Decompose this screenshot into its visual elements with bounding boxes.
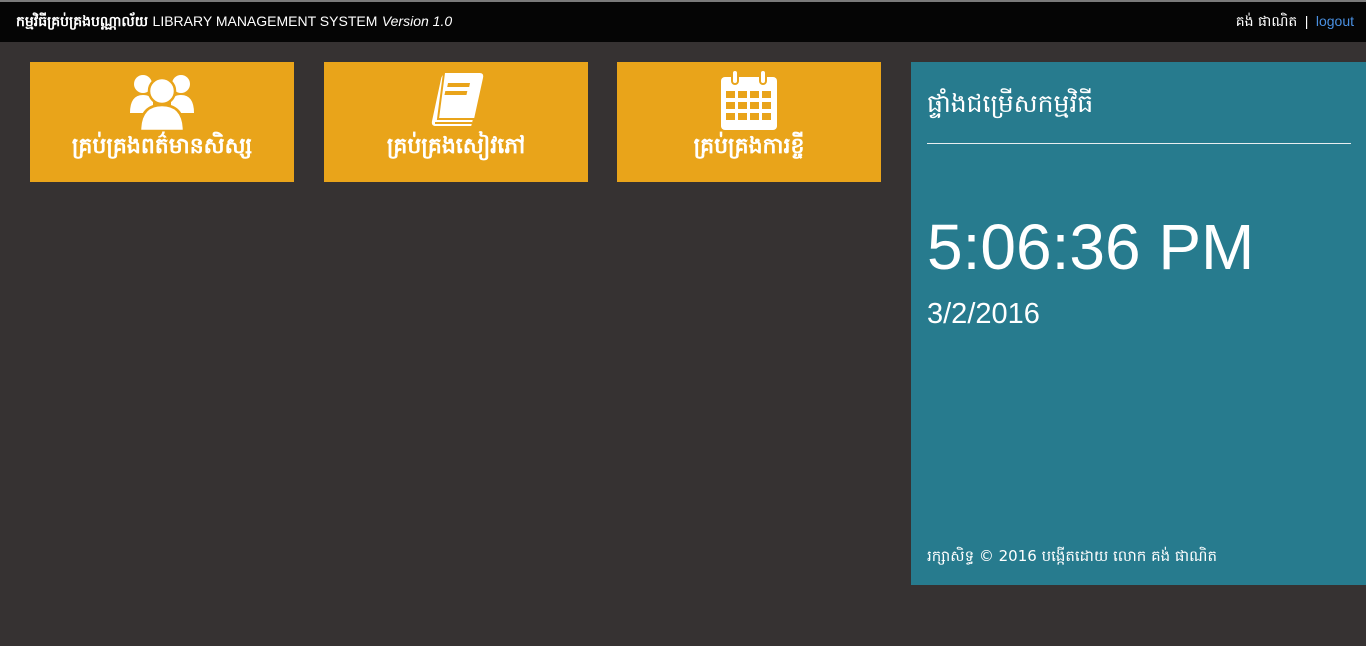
app-title-english: LIBRARY MANAGEMENT SYSTEM: [152, 13, 378, 29]
divider: [927, 143, 1351, 144]
tile-label: គ្រប់គ្រងការខ្ចី: [693, 134, 805, 159]
tile-label: គ្រប់គ្រងសៀវភៅ: [386, 134, 526, 159]
app-title-khmer: កម្មវិធីគ្រប់គ្រងបណ្ណាល័យ: [16, 14, 149, 30]
clock-time: 5:06:36 PM: [927, 211, 1255, 283]
copyright-footer: រក្សាសិទ្ធ © 2016 បង្កើតដោយ លោក គង់ ផាណិ…: [927, 547, 1218, 565]
app-brand[interactable]: កម្មវិធីគ្រប់គ្រងបណ្ណាល័យ LIBRARY MANAGE…: [16, 12, 452, 33]
user-area: គង់ ផាណិត | logout: [1236, 12, 1354, 33]
user-name: គង់ ផាណិត: [1235, 14, 1298, 30]
logout-link[interactable]: logout: [1316, 13, 1354, 29]
manage-borrowing-tile[interactable]: គ្រប់គ្រងការខ្ចី: [617, 62, 881, 182]
separator: |: [1304, 13, 1309, 29]
info-panel: ផ្ទាំងជម្រើសកម្មវិធី 5:06:36 PM 3/2/2016…: [911, 62, 1366, 585]
clock-date: 3/2/2016: [927, 298, 1040, 330]
app-version: Version 1.0: [381, 13, 453, 29]
users-icon: [129, 69, 195, 135]
panel-title: ផ្ទាំងជម្រើសកម្មវិធី: [927, 89, 1094, 118]
manage-students-tile[interactable]: គ្រប់គ្រងពត៌មានសិស្ស: [30, 62, 294, 182]
top-navbar: កម្មវិធីគ្រប់គ្រងបណ្ណាល័យ LIBRARY MANAGE…: [0, 0, 1366, 42]
manage-books-tile[interactable]: គ្រប់គ្រងសៀវភៅ: [324, 62, 588, 182]
calendar-icon: [720, 69, 778, 135]
book-icon: [426, 69, 486, 135]
tile-label: គ្រប់គ្រងពត៌មានសិស្ស: [71, 134, 253, 159]
